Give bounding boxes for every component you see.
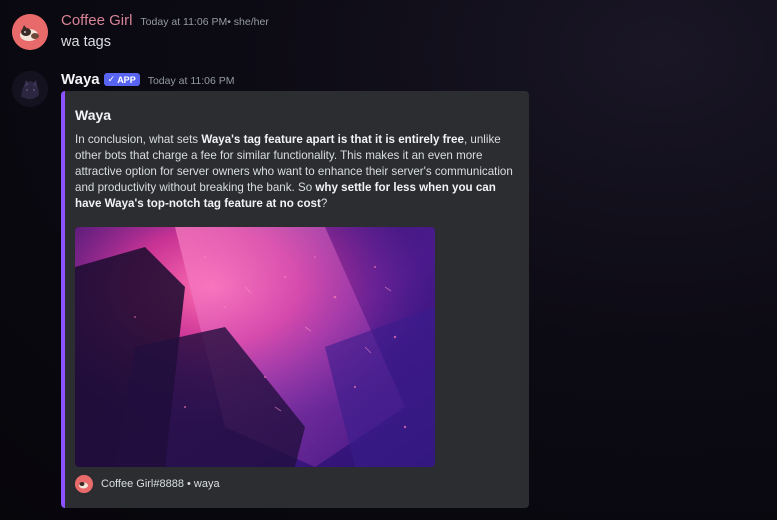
message-header: Waya ✓ APP Today at 11:06 PM: [61, 71, 234, 88]
desc-bold: Waya's tag feature apart is that it is e…: [201, 133, 464, 146]
app-badge: ✓ APP: [103, 73, 140, 86]
purple-abstract-image[interactable]: [75, 227, 435, 467]
username[interactable]: Waya: [61, 71, 100, 88]
dark-avatar-icon[interactable]: [12, 71, 48, 107]
embed: Waya In conclusion, what sets Waya's tag…: [61, 91, 529, 508]
embed-description: In conclusion, what sets Waya's tag feat…: [75, 132, 523, 212]
pronouns: • she/her: [227, 16, 269, 28]
embed-footer: Coffee Girl#8888 • waya: [75, 475, 220, 493]
desc-part: ?: [320, 197, 328, 210]
app-badge-label: APP: [117, 74, 136, 85]
timestamp: Today at 11:06 PM: [140, 16, 228, 28]
message-content: wa tags: [61, 34, 111, 50]
message-coffee-girl: Coffee Girl Today at 11:06 PM • she/her …: [0, 8, 777, 58]
desc-part: In conclusion, what sets: [75, 133, 202, 146]
cat-avatar-icon[interactable]: [12, 14, 48, 50]
username[interactable]: Coffee Girl: [61, 12, 132, 29]
checkmark-icon: ✓: [107, 74, 116, 84]
timestamp: Today at 11:06 PM: [147, 75, 235, 87]
cat-avatar-icon: [75, 475, 93, 493]
embed-title: Waya: [75, 107, 112, 123]
message-header: Coffee Girl Today at 11:06 PM • she/her: [61, 12, 269, 29]
embed-footer-text: Coffee Girl#8888 • waya: [101, 478, 220, 490]
